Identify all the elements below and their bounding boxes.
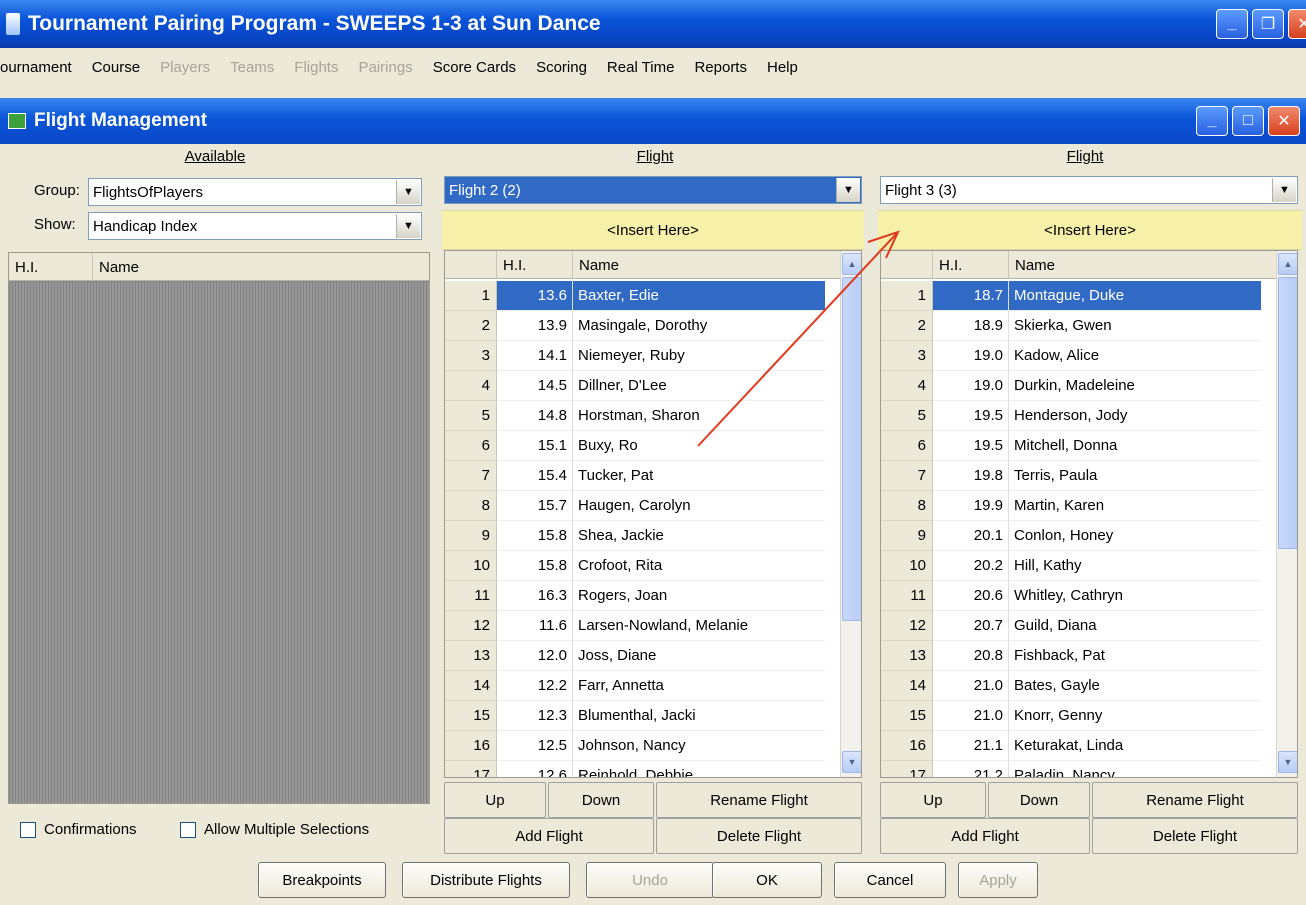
distribute-flights-button[interactable]: Distribute Flights bbox=[402, 862, 570, 898]
apply-button[interactable]: Apply bbox=[958, 862, 1038, 898]
cancel-button[interactable]: Cancel bbox=[834, 862, 946, 898]
ok-button[interactable]: OK bbox=[712, 862, 822, 898]
undo-button[interactable]: Undo bbox=[586, 862, 714, 898]
drag-arrow-annotation bbox=[697, 230, 900, 447]
breakpoints-button[interactable]: Breakpoints bbox=[258, 862, 386, 898]
